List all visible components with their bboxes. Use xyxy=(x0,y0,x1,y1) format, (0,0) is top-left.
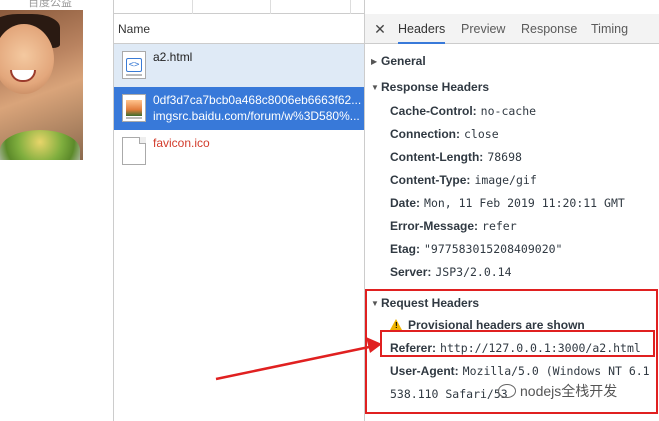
response-header-date: Date: Mon, 11 Feb 2019 11:20:11 GMT xyxy=(390,196,625,210)
request-name: 0df3d7ca7bcb0a468c8006eb6663f62... xyxy=(153,93,362,107)
details-tab-bar: ✕ Headers Preview Response Timing xyxy=(365,14,659,44)
expand-triangle-icon: ▶ xyxy=(371,57,378,66)
name-column-header[interactable]: Name xyxy=(114,14,364,44)
watermark: nodejs全栈开发 xyxy=(498,381,617,401)
response-header-server: Server: JSP3/2.0.14 xyxy=(390,265,512,279)
page-caption: 百度公益 xyxy=(28,0,72,9)
timeline-overview xyxy=(114,0,364,14)
image-file-icon xyxy=(122,94,146,122)
response-header-content-length: Content-Length: 78698 xyxy=(390,150,522,164)
wechat-icon xyxy=(498,384,516,398)
tab-preview[interactable]: Preview xyxy=(461,14,505,44)
request-row-image[interactable]: 0df3d7ca7bcb0a468c8006eb6663f62... imgsr… xyxy=(114,87,364,130)
html-file-icon: <> xyxy=(122,51,146,79)
response-header-error-message: Error-Message: refer xyxy=(390,219,517,233)
collapse-triangle-icon: ▼ xyxy=(371,83,379,92)
response-header-connection: Connection: close xyxy=(390,127,499,141)
tab-response[interactable]: Response xyxy=(521,14,577,44)
response-headers-section-toggle[interactable]: ▼ Response Headers xyxy=(371,80,489,94)
request-name: favicon.ico xyxy=(153,136,210,150)
tab-headers[interactable]: Headers xyxy=(398,14,446,44)
tab-timing[interactable]: Timing xyxy=(591,14,628,44)
response-header-cache-control: Cache-Control: no-cache xyxy=(390,104,537,118)
section-label: Response Headers xyxy=(381,80,490,94)
section-label: General xyxy=(381,54,426,68)
child-photo xyxy=(0,10,83,160)
annotation-box-referer xyxy=(380,330,655,357)
request-row-favicon[interactable]: favicon.ico xyxy=(114,130,364,173)
response-header-content-type: Content-Type: image/gif xyxy=(390,173,537,187)
request-name: a2.html xyxy=(153,50,193,64)
request-row-a2[interactable]: <> a2.html xyxy=(114,44,364,87)
response-header-etag: Etag: "977583015208409020" xyxy=(390,242,563,256)
generic-file-icon xyxy=(122,137,146,165)
request-url: imgsrc.baidu.com/forum/w%3D580%... xyxy=(153,109,360,123)
close-icon[interactable]: ✕ xyxy=(373,14,387,44)
network-request-list: Name <> a2.html 0df3d7ca7bcb0a468c8006eb… xyxy=(113,0,365,421)
general-section-toggle[interactable]: ▶ General xyxy=(371,54,426,68)
page-preview: 百度公益 xyxy=(0,0,113,421)
